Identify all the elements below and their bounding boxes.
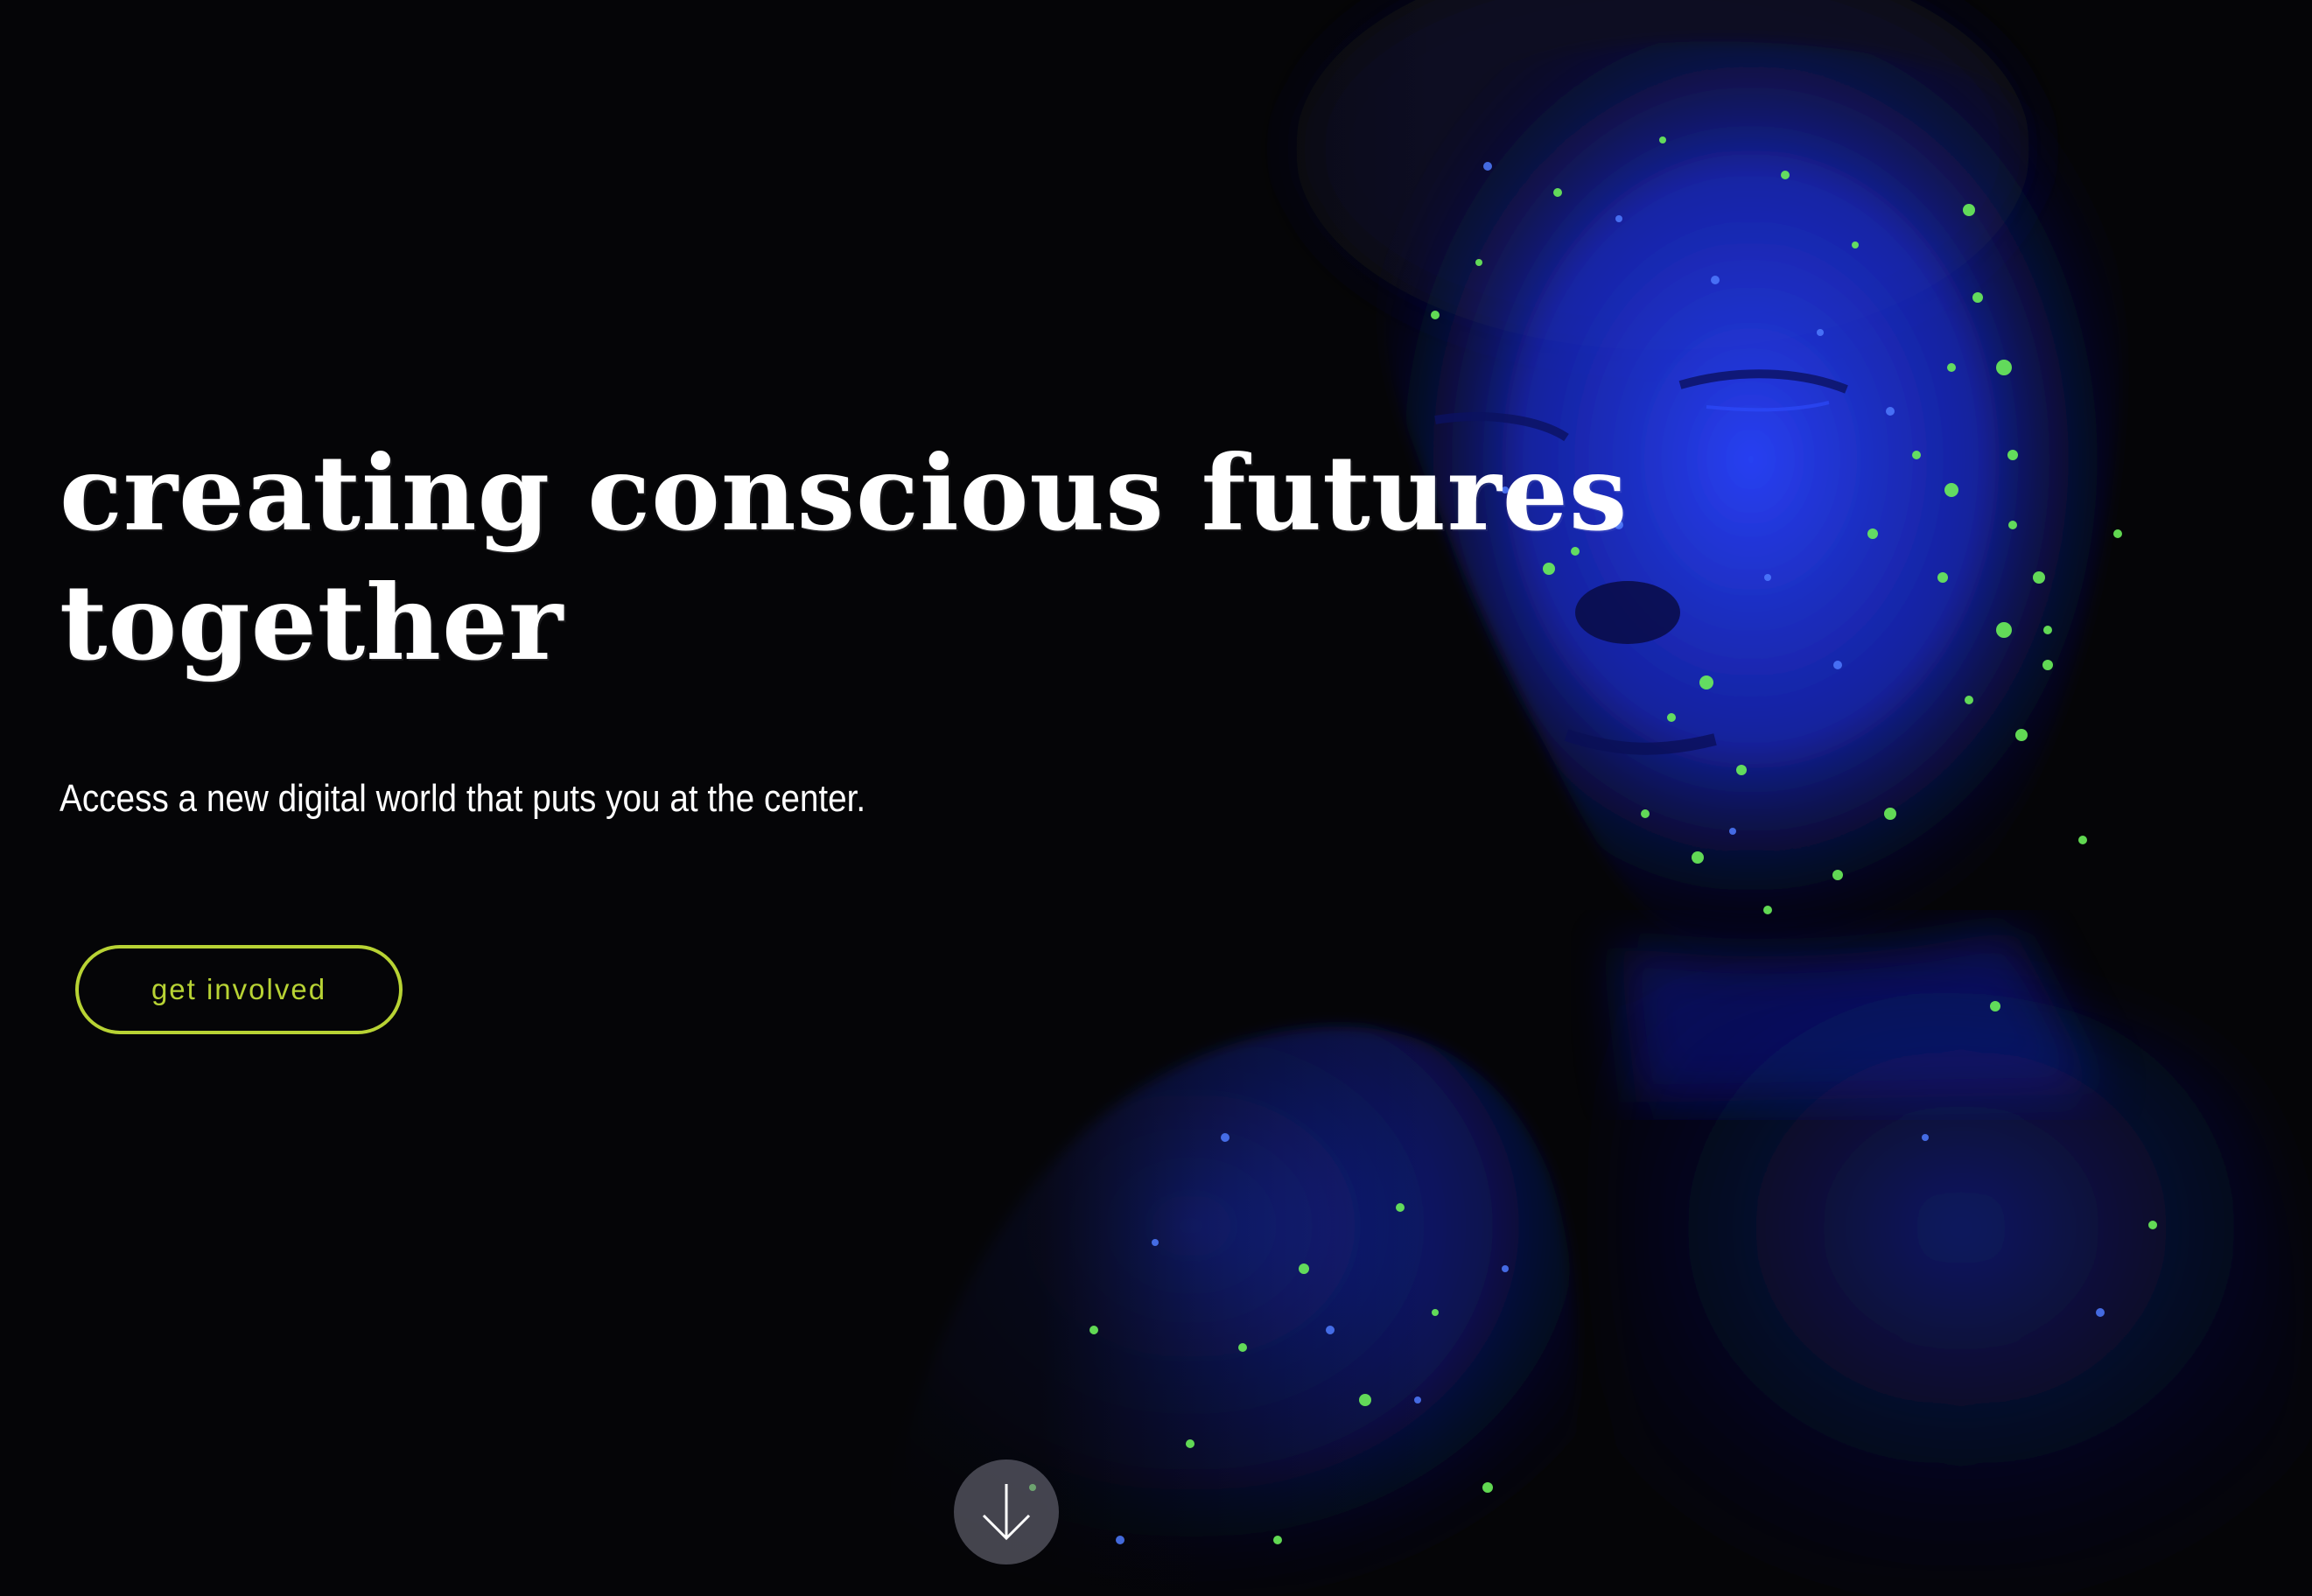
arrow-down-icon (982, 1484, 1031, 1541)
scroll-down-button[interactable] (954, 1460, 1059, 1564)
hero-headline-line-1: creating conscious futures (60, 432, 1629, 554)
get-involved-button[interactable]: get involved (75, 945, 403, 1034)
hero-section: creating conscious futures together Acce… (0, 0, 2312, 1596)
get-involved-button-label: get involved (151, 973, 327, 1005)
hero-headline: creating conscious futures together (60, 429, 1722, 688)
hero-subheadline: Access a new digital world that puts you… (60, 777, 866, 820)
hero-content: creating conscious futures together Acce… (60, 429, 1722, 820)
hero-headline-line-2: together (60, 562, 564, 683)
